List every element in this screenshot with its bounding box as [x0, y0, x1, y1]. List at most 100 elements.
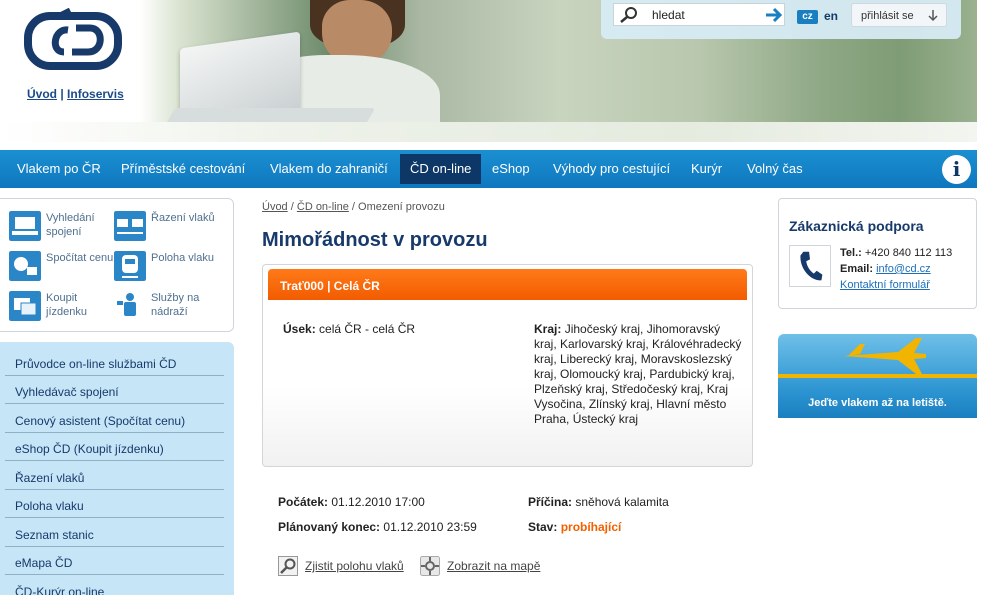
airplane-icon [843, 338, 926, 374]
infoservis-link[interactable]: Infoservis [67, 87, 124, 101]
main-nav: Vlakem po ČR Příměstské cestování Vlakem… [0, 150, 977, 188]
status-value: probíhající [560, 520, 622, 534]
quick-link-koupit[interactable]: Koupit jízdenku [9, 291, 119, 327]
laptop-icon [9, 211, 41, 241]
nav-item-vlakem-po-cr[interactable]: Vlakem po ČR [17, 150, 101, 188]
sidebar-item-poloha[interactable]: Poloha vlaku [5, 490, 224, 518]
banner-stripe [778, 374, 977, 378]
nav-item-primestske[interactable]: Příměstské cestování [121, 150, 245, 188]
page-title: Mimořádnost v provozu [262, 229, 488, 251]
event-regions: Kraj: Jihočeský kraj, Jihomoravský kraj,… [534, 322, 744, 427]
detail-start: Počátek: 01.12.2010 17:00 [278, 495, 425, 509]
show-on-map-label[interactable]: Zobrazit na mapě [447, 559, 540, 573]
phone-icon [789, 245, 831, 287]
sidebar-item-eshop[interactable]: eShop ČD (Koupit jízdenku) [5, 433, 224, 461]
cd-logo[interactable] [24, 8, 122, 72]
start-label: Počátek: [278, 495, 329, 509]
quick-link-label: Spočítat cenu [46, 252, 114, 264]
station-staff-icon [114, 291, 146, 321]
tel-label: Tel.: [840, 247, 862, 259]
email-link[interactable]: info@cd.cz [876, 263, 931, 275]
sidebar-item-razeni[interactable]: Řazení vlaků [5, 462, 224, 490]
kraj-label: Kraj: [534, 322, 562, 336]
quick-link-spocitat[interactable]: Spočítat cenu [9, 251, 119, 287]
event-section: Úsek: celá ČR - celá ČR [283, 322, 415, 336]
quick-link-poloha[interactable]: Poloha vlaku [114, 251, 224, 287]
sidebar-item-seznam-stanic[interactable]: Seznam stanic [5, 519, 224, 547]
start-value: 01.12.2010 17:00 [331, 495, 425, 509]
find-train-positions-link[interactable]: Zjistit polohu vlaků [278, 556, 413, 576]
end-value: 01.12.2010 23:59 [383, 520, 477, 534]
ticket-icon [9, 291, 41, 321]
nav-item-vyhody[interactable]: Výhody pro cestující [553, 150, 670, 188]
nav-item-cd-online[interactable]: ČD on-line [400, 154, 482, 184]
search-submit-arrow-icon[interactable] [764, 6, 784, 24]
breadcrumb-home[interactable]: Úvod [262, 201, 288, 213]
event-box: Trať000 | Celá ČR Úsek: celá ČR - celá Č… [262, 264, 753, 467]
airport-banner[interactable]: Jeďte vlakem až na letiště. [778, 334, 977, 418]
kraj-value: Jihočeský kraj, Jihomoravský kraj, Karlo… [534, 322, 742, 426]
find-train-positions-label[interactable]: Zjistit polohu vlaků [305, 559, 404, 573]
usek-value: celá ČR - celá ČR [319, 322, 416, 336]
detail-end: Plánovaný konec: 01.12.2010 23:59 [278, 520, 477, 534]
lang-en-button[interactable]: en [824, 9, 838, 23]
search-input[interactable] [652, 6, 757, 23]
status-label: Stav: [528, 520, 558, 534]
train-position-icon [114, 251, 146, 281]
quick-link-label: Řazení vlaků [151, 212, 215, 224]
detail-status: Stav: probíhající [528, 520, 621, 534]
end-label: Plánovaný konec: [278, 520, 381, 534]
arrow-down-icon [928, 10, 938, 22]
show-on-map-link[interactable]: Zobrazit na mapě [420, 556, 550, 576]
contact-form-link[interactable]: Kontaktní formulář [840, 279, 930, 291]
sidebar-item-vyhledavac[interactable]: Vyhledávač spojení [5, 376, 224, 404]
breadcrumb-cd-online[interactable]: ČD on-line [297, 201, 349, 213]
usek-label: Úsek: [283, 322, 316, 336]
nav-item-zahranici[interactable]: Vlakem do zahraničí [270, 150, 388, 188]
lang-cz-button[interactable]: cz [797, 10, 818, 24]
support-form-row: Kontaktní formulář [840, 277, 952, 293]
login-label: přihlásit se [861, 10, 914, 22]
header: Úvod | Infoservis cz en přihlásit se [0, 0, 985, 142]
search-box: cz en přihlásit se [601, 0, 961, 39]
quick-link-label: Vyhledání spojení [46, 212, 95, 238]
quick-link-label: Služby na nádraží [151, 292, 200, 318]
cause-value: sněhová kalamita [575, 495, 669, 509]
home-link[interactable]: Úvod [27, 87, 57, 101]
sidebar-item-kuryr[interactable]: ČD-Kurýr on-line [5, 576, 224, 595]
cause-label: Příčina: [528, 495, 573, 509]
support-email-row: Email: info@cd.cz [840, 261, 952, 277]
quick-links-panel: Vyhledání spojení Řazení vlaků Spočítat … [0, 198, 234, 332]
nav-item-eshop[interactable]: eShop [492, 150, 530, 188]
top-links: Úvod | Infoservis [27, 87, 124, 101]
support-contacts: Tel.: +420 840 112 113 Email: info@cd.cz… [840, 245, 952, 293]
nav-item-volny-cas[interactable]: Volný čas [747, 150, 803, 188]
nav-item-kuryr[interactable]: Kurýr [691, 150, 722, 188]
info-icon[interactable]: i [942, 155, 971, 184]
search-field [613, 3, 785, 26]
quick-link-razeni[interactable]: Řazení vlaků [114, 211, 224, 247]
quick-link-vyhledani[interactable]: Vyhledání spojení [9, 211, 119, 247]
sidebar-item-cenovy-asistent[interactable]: Cenový asistent (Spočítat cenu) [5, 405, 224, 433]
sidebar-item-emapa[interactable]: eMapa ČD [5, 547, 224, 575]
banner-text: Jeďte vlakem až na letiště. [808, 397, 947, 409]
sidebar-nav: Průvodce on-line službami ČD Vyhledávač … [0, 342, 234, 595]
search-icon[interactable] [618, 6, 640, 24]
breadcrumb-current: Omezení provozu [358, 201, 445, 213]
quick-link-label: Koupit jízdenku [46, 292, 87, 318]
euro-price-icon [9, 251, 41, 281]
tel-value: +420 840 112 113 [864, 247, 953, 259]
hero-bottom-fade [0, 122, 977, 142]
detail-cause: Příčina: sněhová kalamita [528, 495, 669, 509]
train-composition-icon [114, 211, 146, 241]
event-heading: Trať000 | Celá ČR [268, 269, 747, 300]
quick-link-label: Poloha vlaku [151, 252, 214, 264]
email-label: Email: [840, 263, 874, 275]
sidebar-item-pruvodce[interactable]: Průvodce on-line službami ČD [5, 348, 224, 376]
login-button[interactable]: přihlásit se [851, 3, 947, 27]
customer-support-box: Zákaznická podpora Tel.: +420 840 112 11… [778, 198, 977, 309]
quick-link-sluzby[interactable]: Služby na nádraží [114, 291, 224, 327]
support-title: Zákaznická podpora [789, 218, 924, 234]
magnifier-icon [278, 556, 298, 576]
map-target-icon [420, 556, 440, 576]
